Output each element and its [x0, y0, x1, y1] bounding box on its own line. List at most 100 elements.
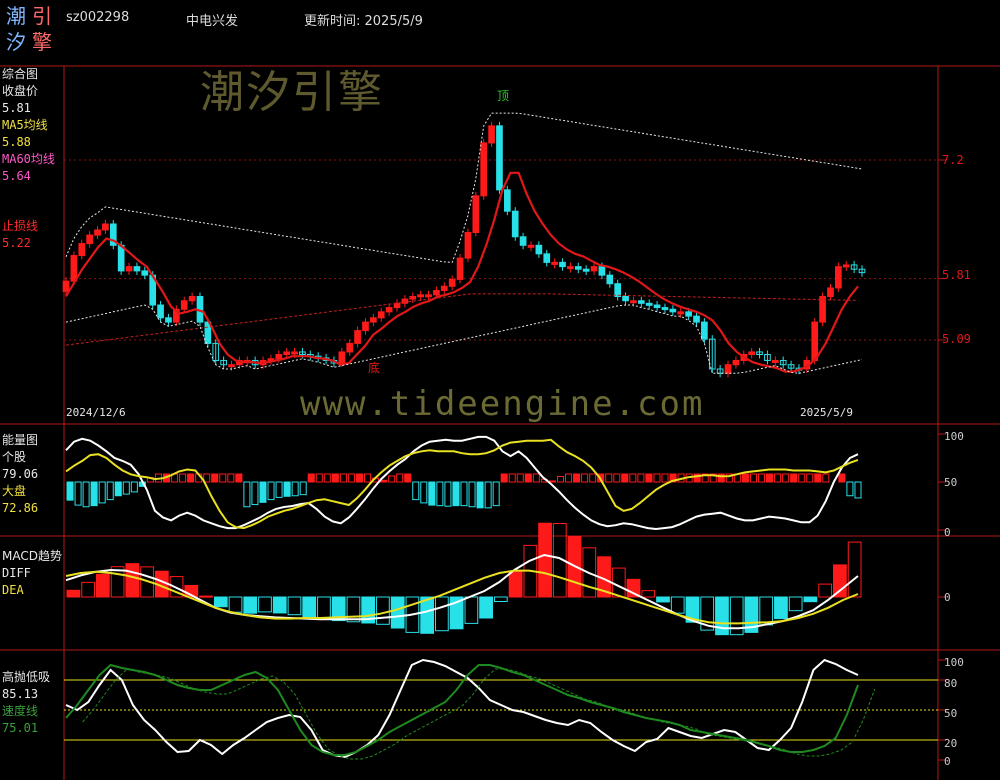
osc-value-2: 75.01 [2, 721, 39, 735]
candle-body [685, 311, 692, 317]
stock-name: 中电兴发 [186, 14, 239, 29]
candle-body [117, 244, 125, 272]
energy-bar [114, 481, 122, 497]
candle-body [62, 280, 70, 292]
candle-body [661, 307, 669, 311]
energy-bar [339, 473, 347, 483]
candle-body [519, 236, 527, 246]
energy-bar [468, 481, 476, 508]
candle-body [125, 266, 133, 272]
macd-bar [847, 541, 862, 598]
candle-body [228, 364, 235, 368]
axis-label-7.2: 7.2 [942, 153, 964, 167]
energy-bar [251, 481, 259, 506]
energy-bar [307, 473, 315, 483]
candle-body [425, 294, 432, 298]
energy-axis-50: 50 [944, 476, 958, 489]
candle-body [433, 290, 440, 296]
candle-body [701, 321, 708, 340]
macd-bar [317, 596, 331, 620]
candle-body [543, 253, 551, 263]
macd-bar [788, 596, 803, 612]
candle-body [574, 266, 582, 270]
osc-speed-signal-line [82, 668, 876, 760]
energy-bar [267, 481, 275, 501]
top-marker: 顶 [497, 89, 510, 103]
energy-bar [187, 473, 195, 483]
energy-bar [130, 481, 138, 493]
candle-body [669, 308, 677, 313]
macd-bar [272, 596, 287, 614]
macd-bar [66, 589, 81, 598]
energy-bar [838, 473, 846, 483]
energy-bar [388, 475, 396, 483]
candle-body [827, 287, 834, 297]
candle-body [70, 255, 78, 282]
watermark-cn: 潮汐引擎 [200, 67, 384, 118]
osc-speed-label: 速度线 [2, 704, 39, 718]
macd-bar [420, 596, 435, 634]
candle-body [417, 294, 424, 298]
energy-bar [766, 473, 774, 483]
energy-market-line [65, 438, 859, 530]
candle-body [346, 342, 354, 353]
energy-bar [645, 473, 653, 483]
macd-bar [243, 596, 258, 614]
candle-body [811, 321, 819, 361]
candle-body [385, 307, 393, 313]
candle-body [393, 302, 401, 309]
candle-body [551, 261, 558, 265]
candle-body [480, 142, 488, 197]
candle-body [559, 261, 566, 268]
bottom-marker: 底 [368, 361, 381, 375]
candle-body [582, 268, 590, 272]
stop-value: 5.22 [2, 236, 31, 250]
macd-bar [302, 596, 317, 619]
macd-bar [287, 596, 302, 616]
candle-body [496, 125, 503, 191]
candle-body [157, 304, 164, 319]
energy-bar [532, 473, 540, 483]
candle-body [133, 266, 141, 272]
candle-body [567, 266, 574, 270]
candle-body [440, 285, 448, 292]
energy-bar [412, 481, 420, 501]
macd-panel-title: MACD趋势 [2, 549, 62, 563]
lower-channel-line [65, 304, 863, 374]
macd-bar [803, 596, 818, 603]
candle-body [338, 351, 346, 364]
macd-bar [346, 596, 361, 623]
energy-bar [741, 473, 749, 483]
date-end: 2025/5/9 [800, 406, 853, 419]
energy-bar [259, 481, 267, 503]
energy-bar [436, 481, 444, 507]
energy-bar [82, 481, 90, 508]
energy-bar [661, 473, 669, 483]
osc-value-1: 85.13 [2, 687, 39, 701]
energy-bar [331, 473, 339, 483]
macd-bar [464, 596, 479, 624]
macd-bar [376, 596, 390, 625]
candle-body [141, 270, 149, 276]
energy-bar [806, 473, 814, 483]
candle-body [771, 359, 779, 363]
candle-body [504, 189, 511, 212]
update-time: 更新时间: 2025/5/9 [304, 14, 423, 29]
macd-bar [641, 590, 656, 598]
stop-label: 止损线 [2, 219, 39, 233]
candle-body [291, 351, 298, 355]
energy-bar [508, 473, 516, 483]
candle-body [835, 266, 842, 289]
macd-bar [759, 596, 774, 626]
macd-bar [479, 596, 493, 619]
energy-market-label: 大盘 [2, 484, 27, 498]
energy-bar [629, 473, 637, 483]
macd-bar [213, 596, 228, 608]
macd-bar [258, 596, 272, 613]
candle-body [165, 317, 172, 323]
logo-char-4: 擎 [32, 30, 52, 54]
energy-bar [299, 481, 307, 496]
energy-bar [589, 473, 597, 483]
energy-bar [74, 481, 82, 506]
energy-axis-100: 100 [944, 430, 964, 443]
